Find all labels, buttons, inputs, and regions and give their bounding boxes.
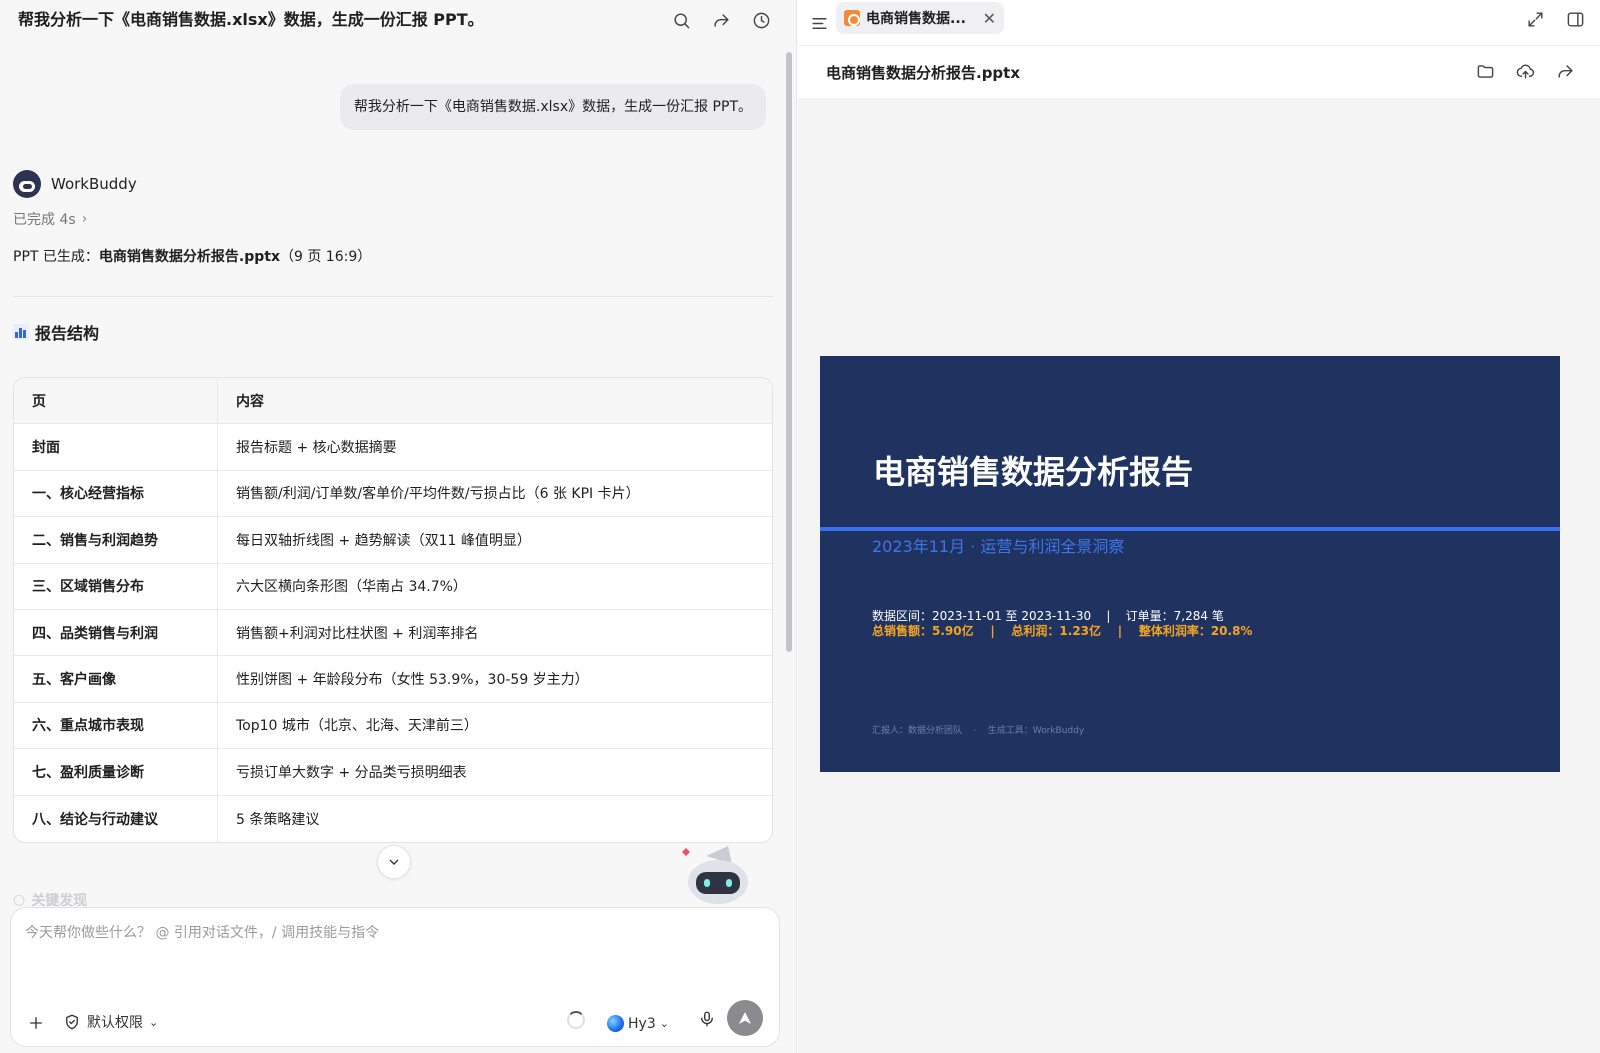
table-cell-content: 5 条策略建议: [236, 811, 320, 828]
model-selector[interactable]: Hy3 ⌄: [607, 1015, 669, 1032]
microphone-icon: [701, 1011, 713, 1027]
scroll-down-button[interactable]: [377, 845, 411, 879]
table-header-row: 页 内容: [14, 378, 772, 425]
bot-name: WorkBuddy: [51, 175, 137, 193]
permission-dropdown[interactable]: 默认权限 ⌄: [63, 1012, 158, 1032]
table-row: 四、品类销售与利润 销售额+利润对比柱状图 + 利润率排名: [14, 609, 772, 657]
conversation-title: 帮我分析一下《电商销售数据.xlsx》数据，生成一份汇报 PPT。: [18, 10, 484, 29]
table-cell-content: 销售额+利润对比柱状图 + 利润率排名: [236, 625, 479, 642]
column-header-page: 页: [14, 378, 218, 424]
column-header-content: 内容: [236, 393, 264, 410]
table-row: 八、结论与行动建议 5 条策略建议: [14, 795, 772, 842]
divider: [13, 296, 773, 297]
report-structure-table: 页 内容 封面 报告标题 + 核心数据摘要 一、核心经营指标 销售额/利润/订单数/…: [13, 377, 773, 843]
chevron-right-icon: ›: [81, 211, 88, 227]
table-cell-content: 性别饼图 + 年龄段分布（女性 53.9%，30-59 岁主力）: [236, 672, 589, 689]
mascot-robot-icon: [682, 846, 748, 904]
table-cell-page: 三、区域销售分布: [14, 563, 218, 609]
permission-label: 默认权限: [87, 1015, 143, 1031]
cloud-upload-icon[interactable]: [1512, 58, 1538, 84]
bar-chart-icon: [13, 324, 29, 340]
preview-window-actions: [1522, 6, 1588, 32]
preview-tabbar: 电商销售数据... ✕: [798, 0, 1600, 46]
composer-placeholder: 今天帮你做些什么？ @ 引用对话文件，/ 调用技能与指令: [25, 925, 380, 941]
sidebar-toggle-icon[interactable]: [1562, 6, 1588, 32]
slide-title: 电商销售数据分析报告: [873, 453, 1194, 491]
table-cell-page: 封面: [14, 424, 218, 470]
file-actions: [1472, 58, 1578, 84]
table-row: 六、重点城市表现 Top10 城市（北京、北海、天津前三）: [14, 702, 772, 750]
folder-icon[interactable]: [1472, 58, 1498, 84]
table-cell-page: 六、重点城市表现: [14, 702, 218, 749]
chevron-down-icon: ⌄: [149, 1015, 159, 1029]
send-arrow-icon: [739, 1012, 751, 1024]
user-message: 帮我分析一下《电商销售数据.xlsx》数据，生成一份汇报 PPT。: [339, 84, 766, 130]
chat-pane: 帮我分析一下《电商销售数据.xlsx》数据，生成一份汇报 PPT。 帮我分析一下…: [0, 0, 797, 1053]
menu-icon[interactable]: [806, 10, 832, 36]
generated-prefix: PPT 已生成：: [13, 249, 99, 265]
tab-title: 电商销售数据...: [866, 11, 966, 27]
header-actions: [668, 7, 774, 33]
add-attachment-button[interactable]: [27, 1014, 45, 1032]
status-text: 已完成 4s: [13, 212, 76, 228]
table-row: 一、核心经营指标 销售额/利润/订单数/客单价/平均件数/亏损占比（6 张 KPI…: [14, 470, 772, 518]
file-name: 电商销售数据分析报告.pptx: [826, 64, 1021, 82]
table-cell-page: 二、销售与利润趋势: [14, 517, 218, 563]
generated-suffix: （9 页 16:9）: [279, 249, 372, 265]
table-cell-content: 六大区横向条形图（华南占 34.7%）: [236, 579, 467, 596]
table-cell-content: 销售额/利润/订单数/客单价/平均件数/亏损占比（6 张 KPI 卡片）: [236, 486, 640, 503]
model-logo-icon: [607, 1015, 624, 1032]
send-button[interactable]: [727, 1000, 763, 1036]
search-icon[interactable]: [668, 7, 694, 33]
slide-subtitle: 2023年11月 · 运营与利润全景洞察: [872, 537, 1125, 556]
table-cell-content: Top10 城市（北京、北海、天津前三）: [236, 718, 478, 735]
model-label: Hy3: [628, 1015, 656, 1032]
bot-header: WorkBuddy: [13, 170, 137, 198]
app-window: 帮我分析一下《电商销售数据.xlsx》数据，生成一份汇报 PPT。 帮我分析一下…: [0, 0, 1600, 1053]
loading-spinner-icon: [567, 1011, 585, 1029]
tab-pptx-file[interactable]: 电商销售数据... ✕: [836, 2, 1004, 34]
table-row: 封面 报告标题 + 核心数据摘要: [14, 424, 772, 471]
close-icon[interactable]: ✕: [983, 9, 996, 28]
slide-accent-line: [820, 527, 1560, 531]
table-row: 五、客户画像 性别饼图 + 年龄段分布（女性 53.9%，30-59 岁主力）: [14, 656, 772, 703]
generated-file-line: PPT 已生成：电商销售数据分析报告.pptx（9 页 16:9）: [13, 246, 371, 266]
share-icon[interactable]: [708, 7, 734, 33]
table-row: 七、盈利质量诊断 亏损订单大数字 + 分品类亏损明细表: [14, 749, 772, 796]
pptx-file-icon: [844, 10, 860, 26]
bot-avatar: [13, 170, 41, 198]
table-cell-page: 五、客户画像: [14, 656, 218, 702]
table-cell-content: 报告标题 + 核心数据摘要: [236, 440, 397, 457]
table-row: 二、销售与利润趋势 每日双轴折线图 + 趋势解读（双11 峰值明显）: [14, 517, 772, 564]
generated-file-name[interactable]: 电商销售数据分析报告.pptx: [99, 249, 280, 265]
preview-pane: 电商销售数据... ✕ 电商销售数据分析报告.pptx 电商销售数据分析报告 2…: [798, 0, 1600, 1053]
bulb-icon: ○: [13, 892, 26, 908]
table-cell-page: 一、核心经营指标: [14, 470, 218, 517]
chevron-down-icon: ⌄: [659, 1017, 669, 1030]
share-icon[interactable]: [1552, 58, 1578, 84]
table-cell-content: 亏损订单大数字 + 分品类亏损明细表: [236, 764, 467, 781]
table-cell-page: 八、结论与行动建议: [14, 795, 218, 842]
file-header: 电商销售数据分析报告.pptx: [798, 46, 1600, 98]
voice-input-button[interactable]: [698, 1010, 716, 1032]
table-cell-page: 四、品类销售与利润: [14, 609, 218, 656]
shield-check-icon: [66, 1014, 78, 1030]
slide-kpi-line: 总销售额：5.90亿 | 总利润：1.23亿 | 整体利润率：20.8%: [872, 624, 1253, 638]
section-title: 报告结构: [35, 324, 100, 343]
table-cell-page: 七、盈利质量诊断: [14, 749, 218, 795]
message-composer[interactable]: 今天帮你做些什么？ @ 引用对话文件，/ 调用技能与指令 默认权限 ⌄ Hy3 …: [10, 907, 780, 1047]
table-row: 三、区域销售分布 六大区横向条形图（华南占 34.7%）: [14, 563, 772, 610]
slide-footer: 汇报人：数据分析团队 · 生成工具：WorkBuddy: [872, 726, 1085, 736]
expand-icon[interactable]: [1522, 6, 1548, 32]
chevron-down-icon: [389, 859, 399, 865]
plus-icon: [30, 1017, 42, 1029]
history-icon[interactable]: [748, 7, 774, 33]
chat-scrollbar[interactable]: [786, 52, 792, 652]
slide-preview: 电商销售数据分析报告 2023年11月 · 运营与利润全景洞察 数据区间：202…: [820, 356, 1560, 772]
section-heading: 报告结构: [13, 320, 99, 344]
thinking-status-toggle[interactable]: 已完成 4s ›: [13, 209, 87, 229]
table-cell-content: 每日双轴折线图 + 趋势解读（双11 峰值明显）: [236, 532, 531, 549]
